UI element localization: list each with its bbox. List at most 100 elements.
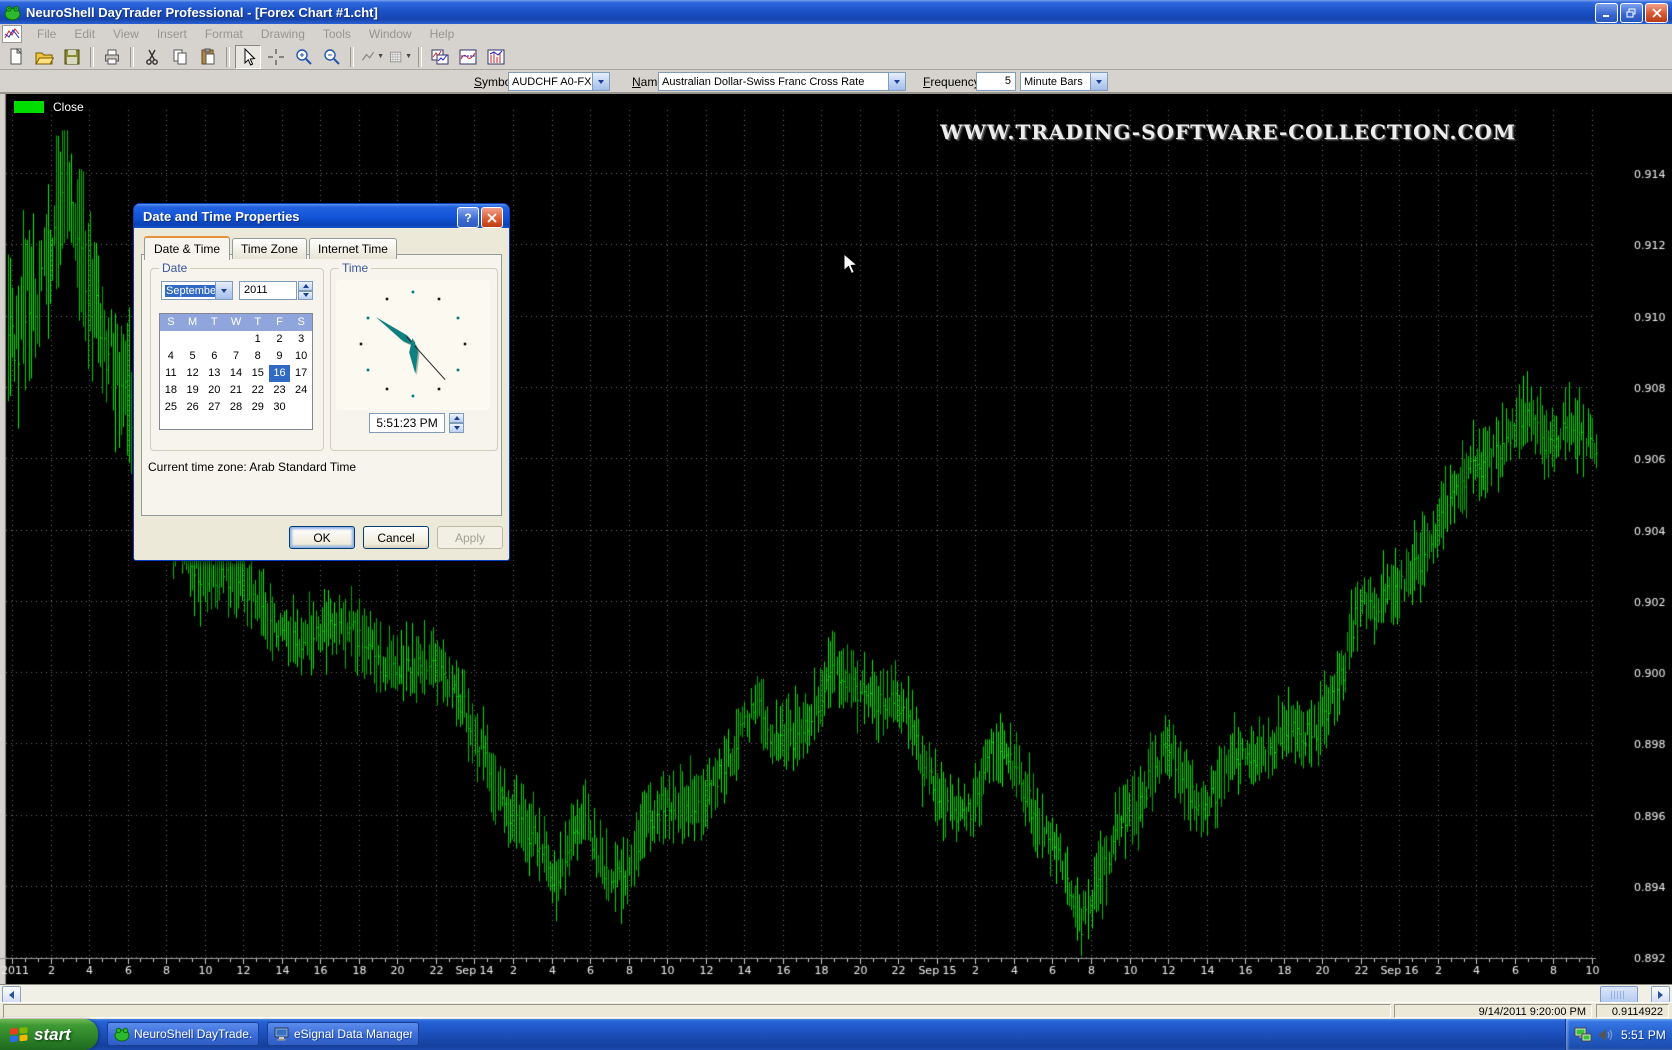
calendar-day-cell[interactable]: 13 (203, 365, 225, 382)
calendar-day-cell[interactable] (160, 331, 182, 348)
taskbar-button-esignal[interactable]: eSignal Data Manager (267, 1022, 419, 1046)
calendar-day-cell[interactable]: 20 (203, 382, 225, 399)
calendar-day-cell[interactable]: 22 (247, 382, 269, 399)
calendar-day-cell[interactable]: 26 (182, 399, 204, 416)
ok-button[interactable]: OK (289, 526, 355, 549)
save-button[interactable] (59, 45, 85, 69)
dialog-close-button[interactable] (481, 207, 503, 228)
month-select[interactable]: September (161, 281, 233, 300)
tab-internet-time[interactable]: Internet Time (309, 238, 397, 259)
calendar-day-cell[interactable]: 2 (269, 331, 291, 348)
time-spin-down-button[interactable] (449, 423, 464, 433)
calendar-day-cell[interactable]: 9 (269, 348, 291, 365)
start-button[interactable]: start (0, 1019, 98, 1050)
menu-item-insert[interactable]: Insert (148, 25, 196, 43)
menu-item-file[interactable]: File (28, 25, 65, 43)
calendar-day-cell[interactable]: 12 (182, 365, 204, 382)
cut-button[interactable] (139, 45, 165, 69)
calendar-day-cell[interactable] (203, 331, 225, 348)
calendar-week-row: 252627282930 (160, 399, 312, 416)
calendar-day-cell[interactable]: 6 (203, 348, 225, 365)
calendar-day-cell[interactable]: 10 (290, 348, 312, 365)
apply-button[interactable]: Apply (437, 526, 503, 549)
calendar-day-cell[interactable]: 28 (225, 399, 247, 416)
taskbar-button-neuroshell[interactable]: NeuroShell DayTrade... (107, 1022, 259, 1046)
name-combobox[interactable]: Australian Dollar-Swiss Franc Cross Rate (658, 72, 906, 91)
time-spin-up-button[interactable] (449, 413, 464, 423)
bar-chart-button[interactable] (483, 45, 509, 69)
zoom-in-button[interactable] (291, 45, 317, 69)
calendar-day-cell[interactable]: 27 (203, 399, 225, 416)
line-tool-button[interactable]: ▼ (359, 45, 385, 69)
year-input[interactable]: 2011 (239, 281, 297, 300)
restore-button[interactable] (1620, 3, 1643, 23)
calendar-day-cell[interactable]: 17 (290, 365, 312, 382)
copy-button[interactable] (167, 45, 193, 69)
frequency-input[interactable]: 5 (976, 72, 1016, 91)
dialog-title-bar[interactable]: Date and Time Properties (134, 204, 509, 228)
calendar-day-cell[interactable]: 18 (160, 382, 182, 399)
chart-window-button[interactable] (427, 45, 453, 69)
pointer-tool-button[interactable] (235, 45, 261, 69)
year-spin-down-button[interactable] (298, 291, 313, 301)
calendar-day-cell[interactable]: 15 (247, 365, 269, 382)
dropdown-arrow-icon[interactable]: ▼ (405, 53, 412, 60)
symbol-dropdown-icon[interactable] (592, 73, 609, 90)
menu-item-edit[interactable]: Edit (65, 25, 104, 43)
year-spin-up-button[interactable] (298, 281, 313, 291)
calendar-day-cell[interactable]: 3 (290, 331, 312, 348)
frequency-unit-combobox[interactable]: Minute Bars (1020, 72, 1108, 91)
calendar-day-cell[interactable]: 23 (269, 382, 291, 399)
frequency-unit-dropdown-icon[interactable] (1090, 73, 1107, 90)
print-button[interactable] (99, 45, 125, 69)
esignal-icon (274, 1026, 290, 1042)
menu-item-tools[interactable]: Tools (314, 25, 360, 43)
calendar-day-cell[interactable]: 16 (269, 365, 291, 382)
calendar-day-cell[interactable]: 25 (160, 399, 182, 416)
calendar-day-cell[interactable]: 11 (160, 365, 182, 382)
crosshair-tool-button[interactable] (263, 45, 289, 69)
tab-time-zone[interactable]: Time Zone (232, 238, 307, 259)
open-file-button[interactable] (31, 45, 57, 69)
cancel-button[interactable]: Cancel (363, 526, 429, 549)
menu-item-format[interactable]: Format (196, 25, 252, 43)
name-dropdown-icon[interactable] (888, 73, 905, 90)
neuroshell-icon (114, 1026, 130, 1042)
month-dropdown-icon[interactable] (215, 282, 232, 299)
network-icon[interactable] (1574, 1026, 1594, 1044)
dropdown-arrow-icon[interactable]: ▼ (377, 53, 384, 60)
zoom-out-button[interactable] (319, 45, 345, 69)
menu-item-view[interactable]: View (104, 25, 148, 43)
calendar-day-cell[interactable] (225, 331, 247, 348)
minimize-button[interactable] (1595, 3, 1618, 23)
new-file-button[interactable] (3, 45, 29, 69)
start-button-label: start (34, 1025, 71, 1045)
close-button[interactable] (1645, 3, 1668, 23)
calendar-day-cell[interactable]: 21 (225, 382, 247, 399)
menu-item-drawing[interactable]: Drawing (252, 25, 314, 43)
time-input[interactable]: 5:51:23 PM (369, 413, 445, 433)
horizontal-scrollbar[interactable] (0, 984, 1672, 1002)
calendar-day-cell[interactable]: 19 (182, 382, 204, 399)
calendar-day-cell[interactable]: 5 (182, 348, 204, 365)
calendar-day-cell[interactable]: 30 (269, 399, 291, 416)
paste-button[interactable] (195, 45, 221, 69)
calendar-day-cell[interactable]: 8 (247, 348, 269, 365)
calendar-day-cell[interactable]: 7 (225, 348, 247, 365)
calendar-day-cell[interactable] (290, 399, 312, 416)
calendar-day-cell[interactable] (182, 331, 204, 348)
calendar-day-cell[interactable]: 14 (225, 365, 247, 382)
volume-icon[interactable] (1598, 1027, 1615, 1043)
menu-item-help[interactable]: Help (421, 25, 464, 43)
pattern-tool-button[interactable]: ▼ (387, 45, 413, 69)
tab-date-and-time[interactable]: Date & Time (144, 236, 230, 260)
calendar-day-cell[interactable]: 4 (160, 348, 182, 365)
calendar-day-cell[interactable]: 24 (290, 382, 312, 399)
indicator-chart-button[interactable] (455, 45, 481, 69)
calendar-day-cell[interactable]: 29 (247, 399, 269, 416)
menu-item-window[interactable]: Window (360, 25, 421, 43)
toolbar: ▼▼ (0, 44, 1672, 70)
calendar-day-cell[interactable]: 1 (247, 331, 269, 348)
symbol-combobox[interactable]: AUDCHF A0-FX (508, 72, 610, 91)
dialog-help-button[interactable]: ? (457, 207, 479, 228)
